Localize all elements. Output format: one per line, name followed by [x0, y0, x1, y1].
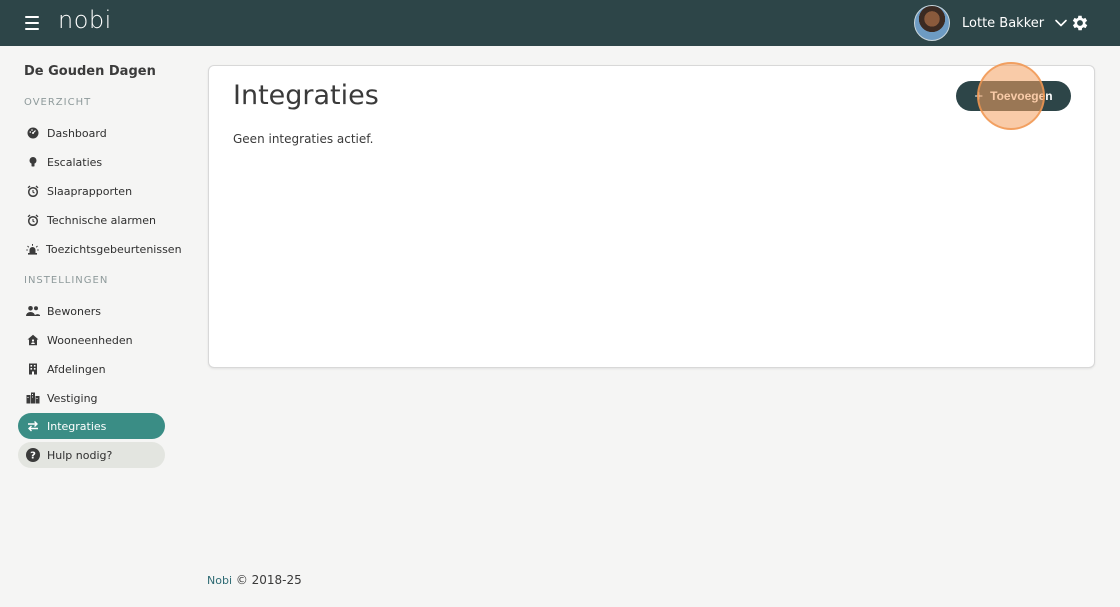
avatar	[914, 5, 950, 41]
sidebar-item-wooneenheden[interactable]: Wooneenheden	[18, 327, 165, 353]
footer-brand[interactable]: Nobi	[207, 574, 232, 587]
question-icon: ?	[26, 448, 40, 462]
sidebar-item-slaaprapporten[interactable]: Slaaprapporten	[18, 178, 165, 204]
gear-icon[interactable]	[1070, 13, 1090, 33]
integrations-card: Integraties Geen integraties actief. + T…	[208, 65, 1095, 368]
section-label-instellingen: INSTELLINGEN	[24, 275, 109, 286]
organization-name: De Gouden Dagen	[24, 64, 156, 79]
building-icon	[26, 362, 40, 376]
sidebar-item-dashboard[interactable]: Dashboard	[18, 120, 165, 146]
sidebar-item-label: Vestiging	[47, 391, 98, 405]
city-icon	[26, 391, 40, 405]
sidebar-item-label: Escalaties	[47, 155, 103, 169]
sidebar-item-escalaties[interactable]: Escalaties	[18, 149, 165, 175]
add-integration-button[interactable]: + Toevoegen	[956, 81, 1071, 111]
sidebar-item-label: Toezichtsgebeurtenissen	[46, 242, 182, 256]
user-name: Lotte Bakker	[962, 15, 1045, 31]
sidebar-item-bewoners[interactable]: Bewoners	[18, 298, 165, 324]
user-menu[interactable]: Lotte Bakker	[914, 4, 1068, 42]
footer-copyright: © 2018-25	[235, 573, 302, 587]
menu-icon[interactable]	[25, 15, 39, 31]
sidebar-item-integraties[interactable]: Integraties	[18, 413, 165, 439]
footer: Nobi © 2018-25	[207, 573, 302, 587]
top-bar: nobi Lotte Bakker	[0, 0, 1120, 46]
sidebar-item-afdelingen[interactable]: Afdelingen	[18, 356, 165, 382]
svg-text:?: ?	[30, 451, 36, 462]
sidebar-item-label: Afdelingen	[47, 362, 106, 376]
empty-state-text: Geen integraties actief.	[233, 132, 374, 146]
help-label: Hulp nodig?	[47, 448, 113, 462]
home-icon	[26, 333, 40, 347]
sidebar-item-label: Bewoners	[47, 304, 102, 318]
sidebar-item-label: Wooneenheden	[47, 333, 133, 347]
help-button[interactable]: ? Hulp nodig?	[18, 442, 165, 468]
siren-icon	[26, 242, 39, 256]
lightbulb-icon	[26, 155, 40, 169]
sidebar-item-technische-alarmen[interactable]: Technische alarmen	[18, 207, 165, 233]
page-title: Integraties	[233, 80, 379, 111]
swap-arrows-icon	[26, 419, 40, 433]
sidebar-item-label: Slaaprapporten	[47, 184, 133, 198]
people-icon	[26, 304, 40, 318]
sidebar-item-vestiging[interactable]: Vestiging	[18, 385, 165, 411]
sidebar-item-label: Dashboard	[47, 126, 107, 140]
plus-icon: +	[974, 87, 984, 105]
alarm-clock-icon	[26, 213, 40, 227]
sidebar-item-label: Integraties	[47, 419, 107, 433]
section-label-overzicht: OVERZICHT	[24, 97, 92, 108]
alarm-clock-icon	[26, 184, 40, 198]
sidebar-item-toezichtsgebeurtenissen[interactable]: Toezichtsgebeurtenissen	[18, 236, 182, 262]
chevron-down-icon	[1055, 19, 1067, 27]
add-button-label: Toevoegen	[990, 89, 1053, 103]
sidebar-item-label: Technische alarmen	[47, 213, 157, 227]
nobi-logo[interactable]: nobi	[58, 6, 112, 34]
dashboard-icon	[26, 126, 40, 140]
